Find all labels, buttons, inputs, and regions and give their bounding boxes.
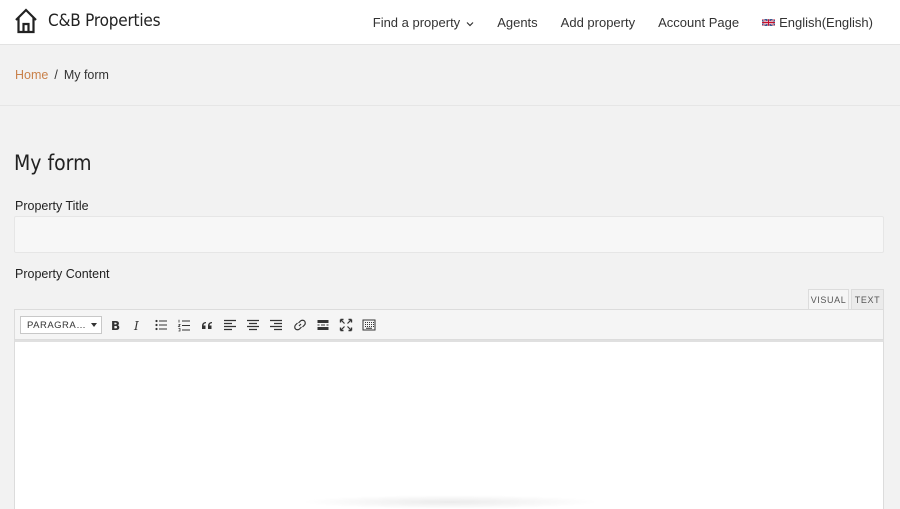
numbered-list-button[interactable] xyxy=(175,316,193,334)
brand-logo[interactable]: C&B Properties xyxy=(14,8,161,34)
nav-language-switcher[interactable]: English(English) xyxy=(762,15,873,30)
nav-find-property[interactable]: Find a property xyxy=(373,15,474,30)
svg-text:I: I xyxy=(133,319,139,332)
breadcrumb-home-link[interactable]: Home xyxy=(15,68,48,82)
read-more-icon xyxy=(317,320,329,330)
editor-bottom-shadow xyxy=(300,495,600,509)
nav-find-property-label: Find a property xyxy=(372,14,461,30)
read-more-button[interactable] xyxy=(314,316,332,334)
fullscreen-icon xyxy=(339,318,353,332)
breadcrumb-separator: / xyxy=(54,68,58,82)
main-nav: Find a property Agents Add property Acco… xyxy=(350,0,873,44)
nav-account-page[interactable]: Account Page xyxy=(658,15,739,30)
numbered-list-icon xyxy=(177,319,190,332)
toolbar-toggle-icon xyxy=(362,319,376,331)
breadcrumb-current: My form xyxy=(63,68,109,82)
page-title: My form xyxy=(14,151,92,175)
property-title-label: Property Title xyxy=(15,199,89,213)
brand-name: C&B Properties xyxy=(48,11,161,31)
fullscreen-button[interactable] xyxy=(337,316,355,334)
nav-add-property[interactable]: Add property xyxy=(561,15,635,30)
nav-agents-label: Agents xyxy=(497,14,538,30)
editor-tab-text[interactable]: TEXT xyxy=(851,289,884,310)
nav-agents[interactable]: Agents xyxy=(497,15,537,30)
nav-account-page-label: Account Page xyxy=(658,14,740,30)
align-center-button[interactable] xyxy=(244,316,262,334)
align-left-icon xyxy=(224,319,236,331)
editor-toolbar: PARAGRA… B I xyxy=(14,309,884,340)
toolbar-toggle-button[interactable] xyxy=(360,316,378,334)
nav-language-label: English(English) xyxy=(779,14,873,30)
italic-icon: I xyxy=(133,319,139,332)
breadcrumb: Home / My form xyxy=(15,68,109,82)
bold-button[interactable]: B xyxy=(106,316,124,334)
property-content-label: Property Content xyxy=(15,267,110,281)
align-center-icon xyxy=(247,319,259,331)
blockquote-button[interactable] xyxy=(198,316,216,334)
breadcrumb-band: Home / My form xyxy=(0,45,900,106)
bulleted-list-button[interactable] xyxy=(152,316,170,334)
uk-flag-icon xyxy=(762,18,776,26)
align-right-button[interactable] xyxy=(267,316,285,334)
house-logo-icon xyxy=(15,8,37,34)
nav-add-property-label: Add property xyxy=(560,14,636,30)
site-header: C&B Properties Find a property Agents Ad… xyxy=(0,0,900,45)
chevron-down-icon xyxy=(466,15,474,30)
svg-text:B: B xyxy=(111,319,120,332)
align-left-button[interactable] xyxy=(221,316,239,334)
caret-down-icon xyxy=(91,323,97,327)
italic-button[interactable]: I xyxy=(129,316,147,334)
bulleted-list-icon xyxy=(155,319,167,331)
editor-tab-visual[interactable]: VISUAL xyxy=(808,289,849,310)
property-title-input[interactable] xyxy=(14,216,884,253)
paragraph-format-select[interactable]: PARAGRA… xyxy=(20,316,102,334)
bold-icon: B xyxy=(111,319,120,332)
insert-link-button[interactable] xyxy=(291,316,309,334)
link-icon xyxy=(294,319,306,331)
content-editor[interactable] xyxy=(14,340,884,509)
blockquote-icon xyxy=(202,322,212,329)
paragraph-format-value: PARAGRA… xyxy=(27,319,87,331)
align-right-icon xyxy=(270,319,282,331)
